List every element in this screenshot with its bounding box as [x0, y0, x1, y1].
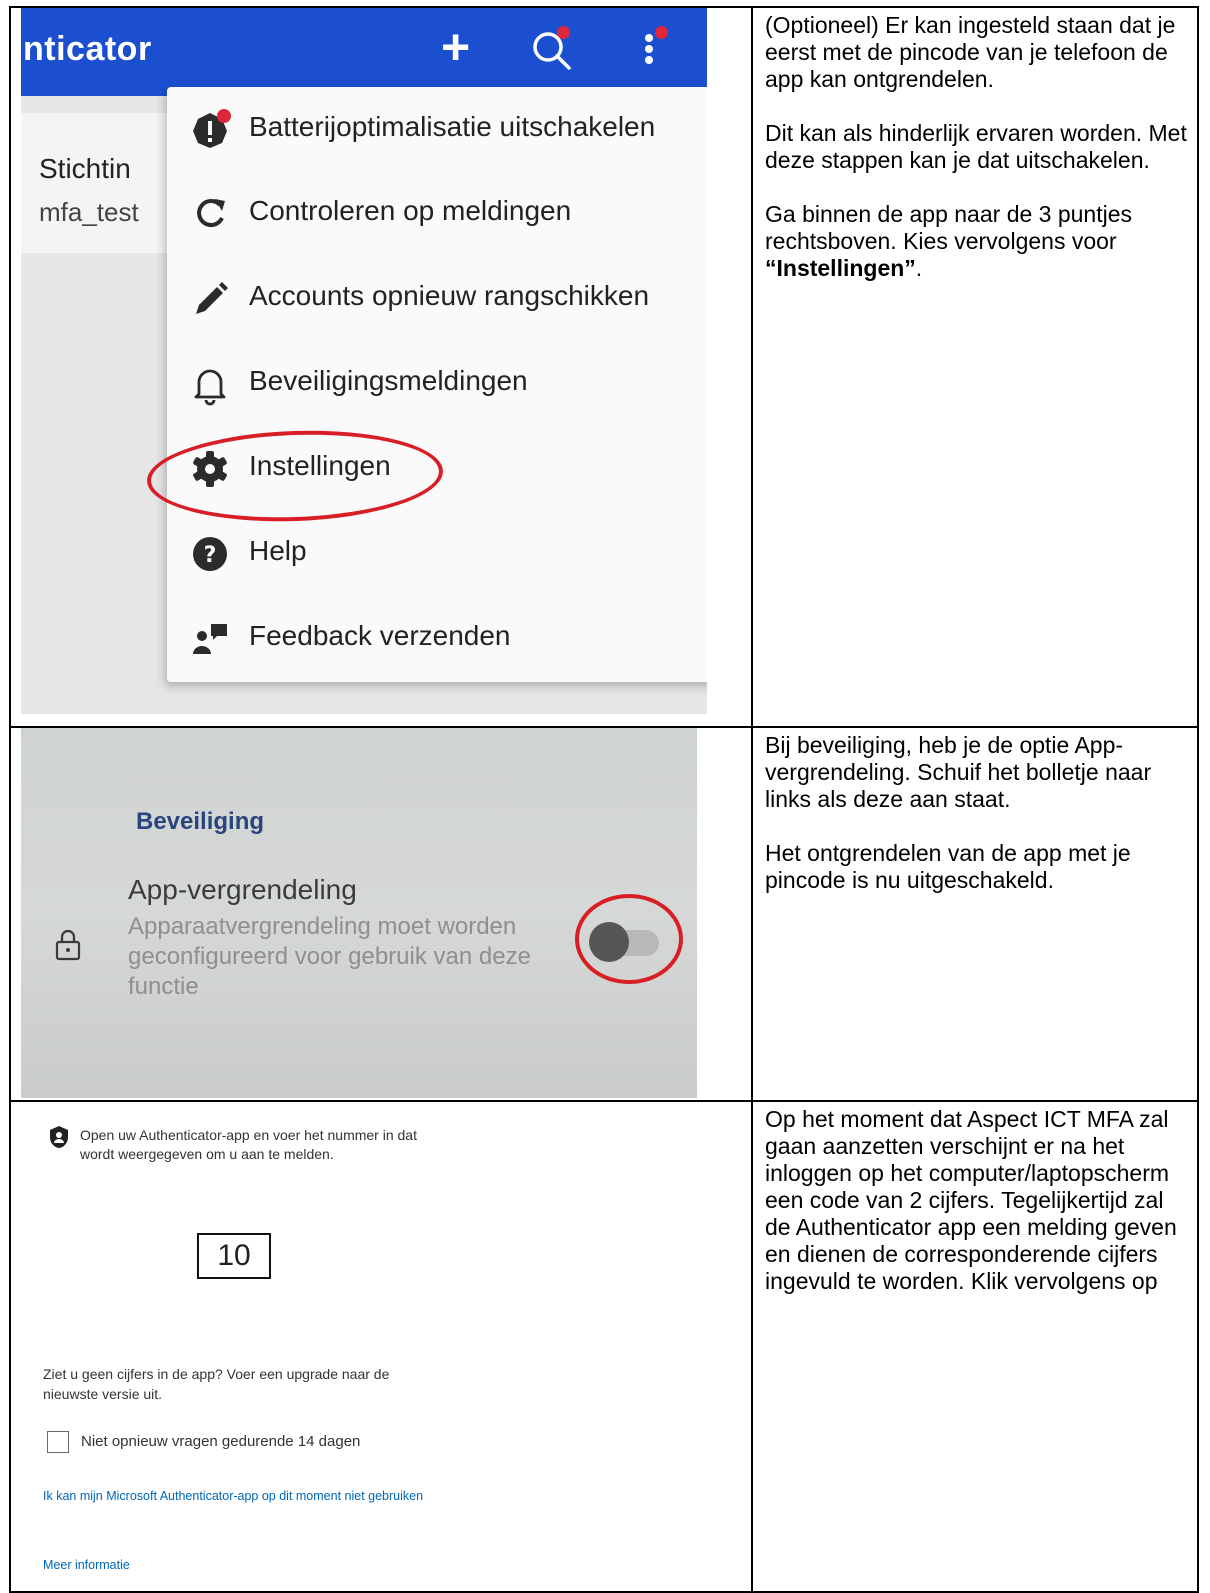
upgrade-hint: Ziet u geen cijfers in de app? Voer een … [43, 1366, 390, 1402]
instruction-paragraph: (Optioneel) Er kan ingesteld staan dat j… [765, 12, 1176, 92]
instruction-paragraph: Ga binnen de app naar de 3 puntjes recht… [765, 201, 1195, 282]
overflow-menu: Batterijoptimalisatie uitschakelen Contr… [167, 87, 707, 682]
highlight-ellipse [575, 894, 683, 984]
menu-item-check-notifications[interactable]: Controleren op meldingen [167, 183, 707, 243]
bell-icon [187, 361, 233, 407]
lock-icon [53, 928, 83, 967]
refresh-icon [187, 191, 233, 237]
instruction-table: nticator + Stichtin mfa_test Batterijopt… [9, 6, 1199, 1593]
cant-use-app-link[interactable]: Ik kan mijn Microsoft Authenticator-app … [43, 1487, 443, 1506]
section-heading: Beveiliging [136, 808, 265, 835]
account-username: mfa_test [39, 197, 139, 227]
instruction-text: Bij beveiliging, heb je de optie App-ver… [765, 732, 1195, 921]
help-icon: ? [187, 531, 233, 577]
screenshot-sign-in-prompt: Open uw Authenticator-app en voer het nu… [21, 1102, 741, 1582]
screenshot-security-settings: Beveiliging App-vergrendeling Apparaatve… [21, 728, 697, 1098]
menu-item-label: Beveiligingsmeldingen [249, 365, 528, 396]
number-match-code: 10 [197, 1233, 271, 1279]
menu-item-help[interactable]: ? Help [167, 523, 707, 583]
menu-item-security-notifications[interactable]: Beveiligingsmeldingen [167, 353, 707, 413]
app-bar: nticator + [21, 8, 707, 96]
setting-title: App-vergrendeling [128, 874, 357, 905]
menu-item-label: Batterijoptimalisatie uitschakelen [249, 111, 656, 142]
setting-description: Apparaatvergrendeling moet worden geconf… [128, 913, 531, 1000]
sign-in-prompt: Open uw Authenticator-app en voer het nu… [80, 1127, 417, 1162]
svg-text:?: ? [204, 543, 217, 568]
feedback-icon [187, 616, 233, 662]
app-title: nticator [23, 30, 152, 68]
menu-item-label: Help [249, 535, 307, 566]
menu-item-label: Controleren op meldingen [249, 195, 572, 226]
account-name: Stichtin [39, 153, 131, 184]
menu-item-reorder-accounts[interactable]: Accounts opnieuw rangschikken [167, 268, 707, 328]
battery-alert-icon [187, 107, 233, 153]
notification-dot [655, 26, 668, 39]
search-icon[interactable] [529, 26, 575, 79]
table-row: nticator + Stichtin mfa_test Batterijopt… [11, 8, 1197, 726]
pencil-icon [187, 276, 233, 322]
instruction-text: Op het moment dat Aspect ICT MFA zal gaa… [765, 1106, 1195, 1322]
instruction-text-part: . [915, 255, 923, 281]
table-row: Beveiliging App-vergrendeling Apparaatve… [11, 726, 1197, 1100]
notification-dot [557, 26, 570, 39]
instruction-paragraph: Op het moment dat Aspect ICT MFA zal gaa… [765, 1106, 1177, 1294]
screenshot-app-menu: nticator + Stichtin mfa_test Batterijopt… [21, 8, 707, 714]
table-row: Open uw Authenticator-app en voer het nu… [11, 1100, 1197, 1591]
instruction-text-part: Ga binnen de app naar de 3 puntjes recht… [765, 201, 1133, 254]
instruction-paragraph: Het ontgrendelen van de app met je pinco… [765, 840, 1131, 893]
instruction-text: (Optioneel) Er kan ingesteld staan dat j… [765, 12, 1195, 309]
remember-checkbox[interactable] [47, 1431, 69, 1453]
more-options-icon[interactable] [641, 26, 668, 77]
instruction-paragraph: Dit kan als hinderlijk ervaren worden. M… [765, 120, 1187, 173]
authenticator-icon [47, 1124, 71, 1155]
menu-item-label: Feedback verzenden [249, 620, 511, 651]
menu-item-label: Accounts opnieuw rangschikken [249, 280, 650, 311]
column-divider [751, 1102, 753, 1591]
add-icon[interactable]: + [441, 22, 470, 72]
menu-item-battery-optimization[interactable]: Batterijoptimalisatie uitschakelen [167, 99, 707, 159]
column-divider [751, 8, 753, 726]
more-info-link[interactable]: Meer informatie [43, 1556, 130, 1575]
instruction-paragraph: Bij beveiliging, heb je de optie App-ver… [765, 732, 1152, 812]
column-divider [751, 728, 753, 1100]
menu-item-send-feedback[interactable]: Feedback verzenden [167, 608, 707, 668]
remember-checkbox-label[interactable]: Niet opnieuw vragen gedurende 14 dagen [81, 1433, 360, 1450]
instruction-emphasis: “Instellingen” [765, 255, 916, 281]
